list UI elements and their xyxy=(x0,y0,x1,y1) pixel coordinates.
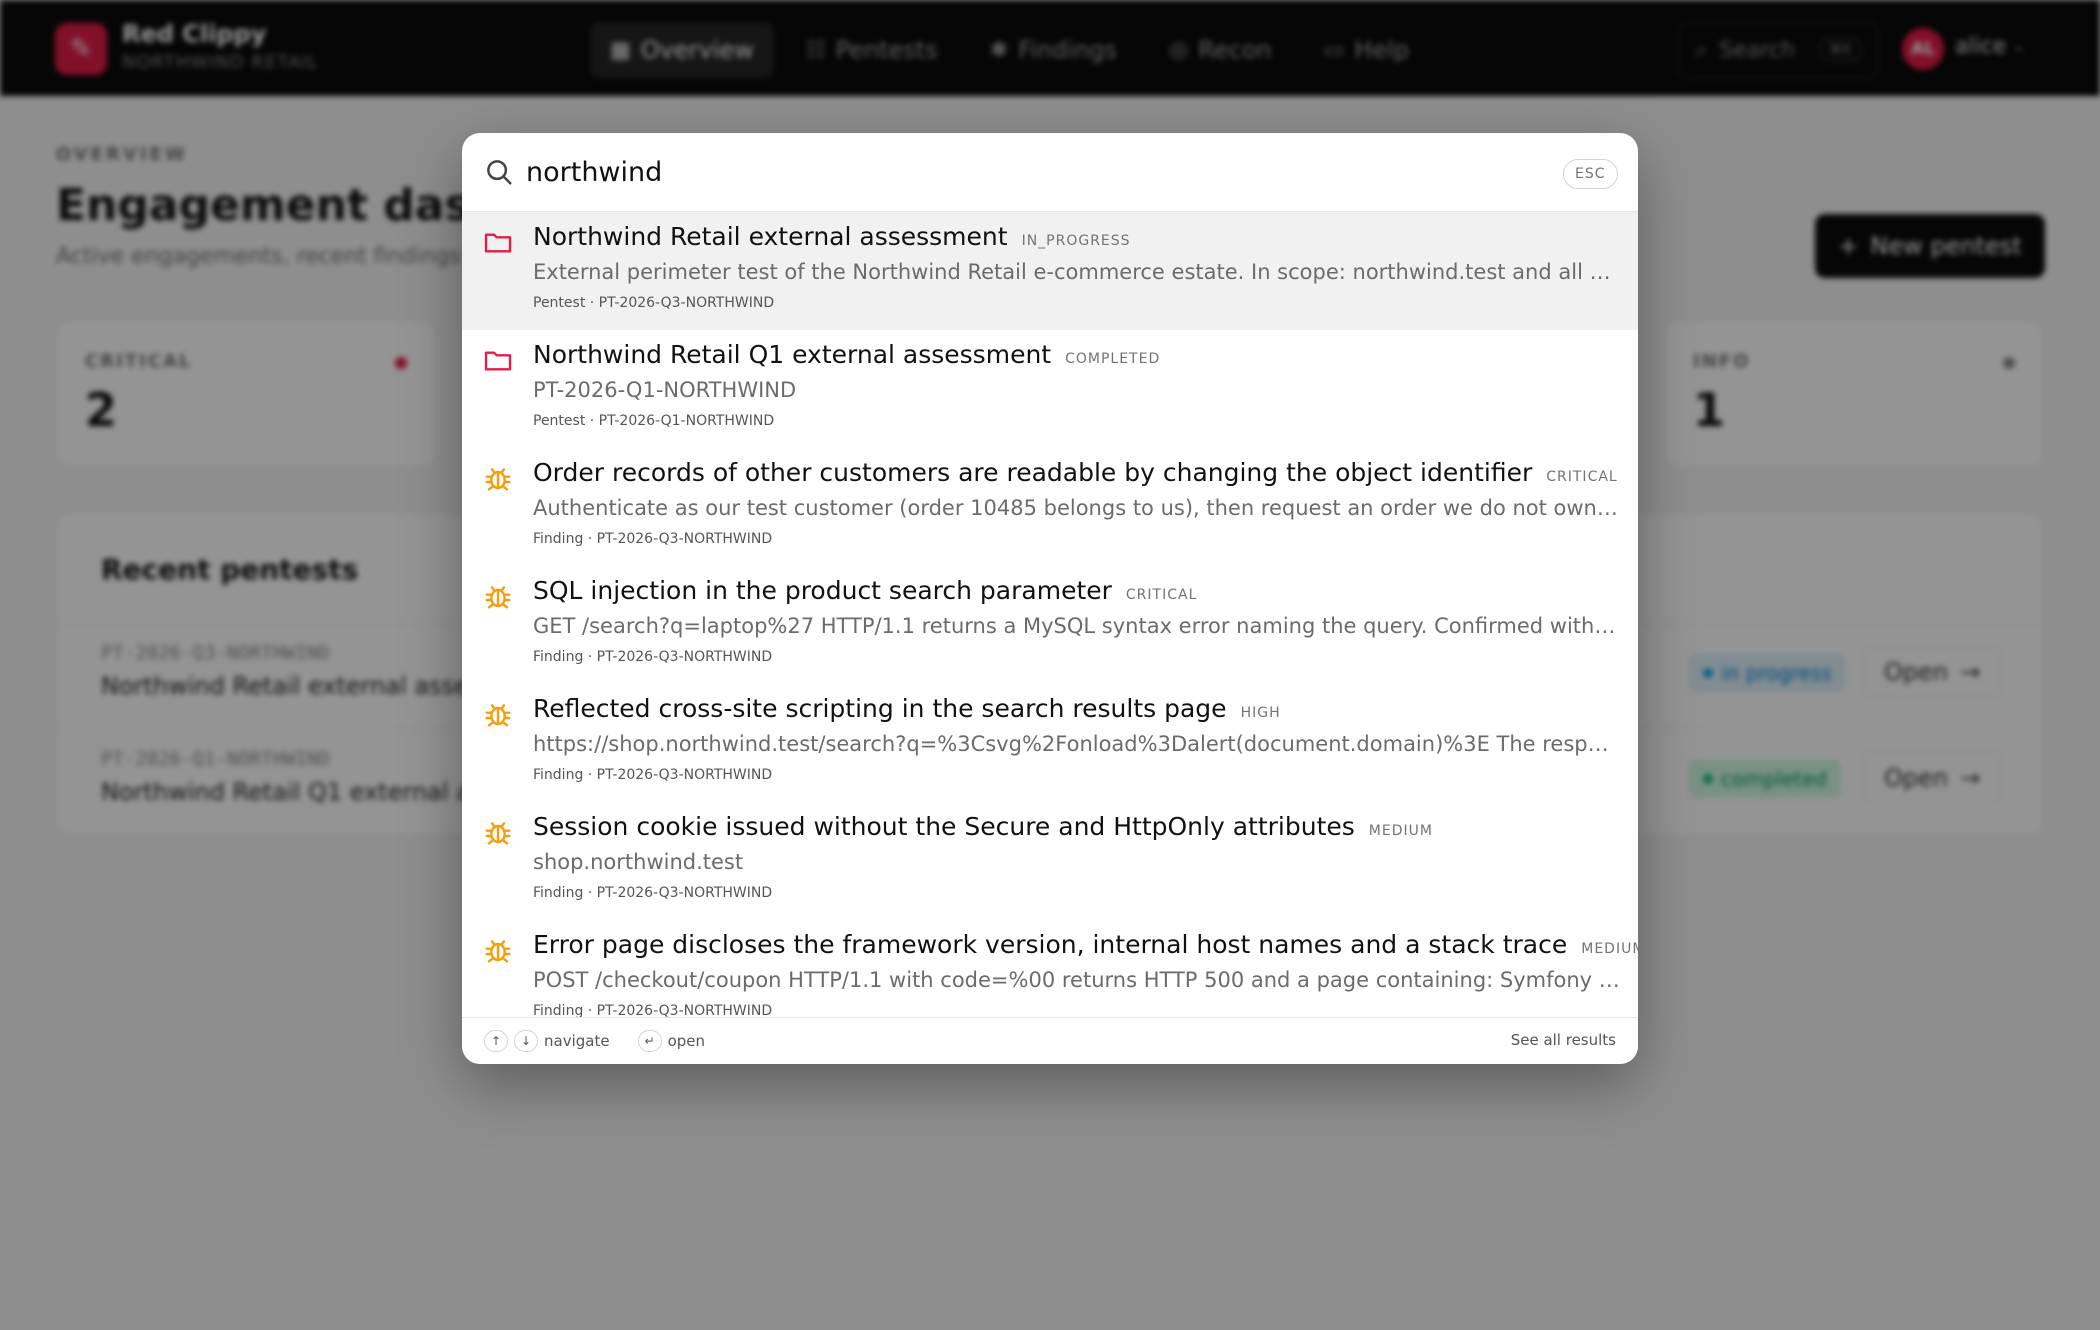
search-result-finding[interactable]: Reflected cross-site scripting in the se… xyxy=(462,684,1638,802)
esc-close-button[interactable]: ESC xyxy=(1563,159,1618,189)
result-title: Order records of other customers are rea… xyxy=(533,458,1533,487)
status-badge: CRITICAL xyxy=(1125,587,1198,603)
keyboard-hints: ↑ ↓ navigate ↵ open xyxy=(484,1030,705,1052)
search-icon xyxy=(487,160,512,185)
status-badge: MEDIUM xyxy=(1581,941,1638,957)
folder-icon xyxy=(482,226,514,258)
search-result-finding[interactable]: Error page discloses the framework versi… xyxy=(462,920,1638,1017)
result-description: GET /search?q=laptop%27 HTTP/1.1 returns… xyxy=(533,614,1621,638)
result-description: POST /checkout/coupon HTTP/1.1 with code… xyxy=(533,968,1621,992)
result-title: Northwind Retail external assessment xyxy=(533,222,1008,251)
search-result-finding[interactable]: Order records of other customers are rea… xyxy=(462,448,1638,566)
result-meta: Finding · PT-2026-Q3-NORTHWIND xyxy=(533,531,773,547)
palette-footer: ↑ ↓ navigate ↵ open See all results xyxy=(462,1017,1638,1064)
result-description: Authenticate as our test customer (order… xyxy=(533,496,1621,520)
open-hint: open xyxy=(667,1032,706,1050)
result-description: https://shop.northwind.test/search?q=%3C… xyxy=(533,732,1621,756)
result-title: Error page discloses the framework versi… xyxy=(533,930,1568,959)
result-description: External perimeter test of the Northwind… xyxy=(533,260,1621,284)
result-title-line: Order records of other customers are rea… xyxy=(533,458,1618,487)
result-meta: Pentest · PT-2026-Q1-NORTHWIND xyxy=(533,413,775,429)
result-meta: Finding · PT-2026-Q3-NORTHWIND xyxy=(533,885,773,901)
palette-search-bar: ESC xyxy=(462,133,1638,212)
status-badge: IN_PROGRESS xyxy=(1021,233,1131,249)
arrow-up-key-icon: ↑ xyxy=(484,1030,508,1052)
result-title: SQL injection in the product search para… xyxy=(533,576,1112,605)
command-palette: ESC Northwind Retail external assessment… xyxy=(462,133,1638,1064)
result-title: Session cookie issued without the Secure… xyxy=(533,812,1355,841)
bug-icon xyxy=(482,698,514,730)
status-badge: COMPLETED xyxy=(1065,351,1161,367)
status-badge: MEDIUM xyxy=(1368,823,1433,839)
bug-icon xyxy=(482,580,514,612)
bug-icon xyxy=(482,816,514,848)
folder-icon xyxy=(482,344,514,376)
result-title-line: SQL injection in the product search para… xyxy=(533,576,1197,605)
result-title-line: Northwind Retail external assessment IN_P… xyxy=(533,222,1131,251)
navigate-hint: navigate xyxy=(544,1032,610,1050)
palette-results-list[interactable]: Northwind Retail external assessment IN_P… xyxy=(462,212,1638,1017)
result-title: Northwind Retail Q1 external assessment xyxy=(533,340,1052,369)
result-title: Reflected cross-site scripting in the se… xyxy=(533,694,1227,723)
result-title-line: Error page discloses the framework versi… xyxy=(533,930,1638,959)
bug-icon xyxy=(482,462,514,494)
result-meta: Finding · PT-2026-Q3-NORTHWIND xyxy=(533,767,773,783)
bug-icon xyxy=(482,934,514,966)
status-badge: HIGH xyxy=(1240,705,1281,721)
result-title-line: Reflected cross-site scripting in the se… xyxy=(533,694,1281,723)
result-description: PT-2026-Q1-NORTHWIND xyxy=(533,378,797,402)
palette-search-input[interactable] xyxy=(526,147,1526,197)
search-result-finding[interactable]: SQL injection in the product search para… xyxy=(462,566,1638,684)
result-meta: Pentest · PT-2026-Q3-NORTHWIND xyxy=(533,295,775,311)
result-meta: Finding · PT-2026-Q3-NORTHWIND xyxy=(533,649,773,665)
result-title-line: Session cookie issued without the Secure… xyxy=(533,812,1433,841)
result-title-line: Northwind Retail Q1 external assessment C… xyxy=(533,340,1160,369)
search-result-finding[interactable]: Session cookie issued without the Secure… xyxy=(462,802,1638,920)
status-badge: CRITICAL xyxy=(1546,469,1618,485)
search-result-pentest[interactable]: Northwind Retail Q1 external assessment C… xyxy=(462,330,1638,448)
result-description: shop.northwind.test xyxy=(533,850,744,874)
enter-key-icon: ↵ xyxy=(637,1030,662,1052)
arrow-down-key-icon: ↓ xyxy=(514,1030,538,1052)
result-meta: Finding · PT-2026-Q3-NORTHWIND xyxy=(533,1003,773,1017)
see-all-results-link[interactable]: See all results xyxy=(1511,1031,1616,1049)
search-result-pentest[interactable]: Northwind Retail external assessment IN_P… xyxy=(462,212,1638,330)
